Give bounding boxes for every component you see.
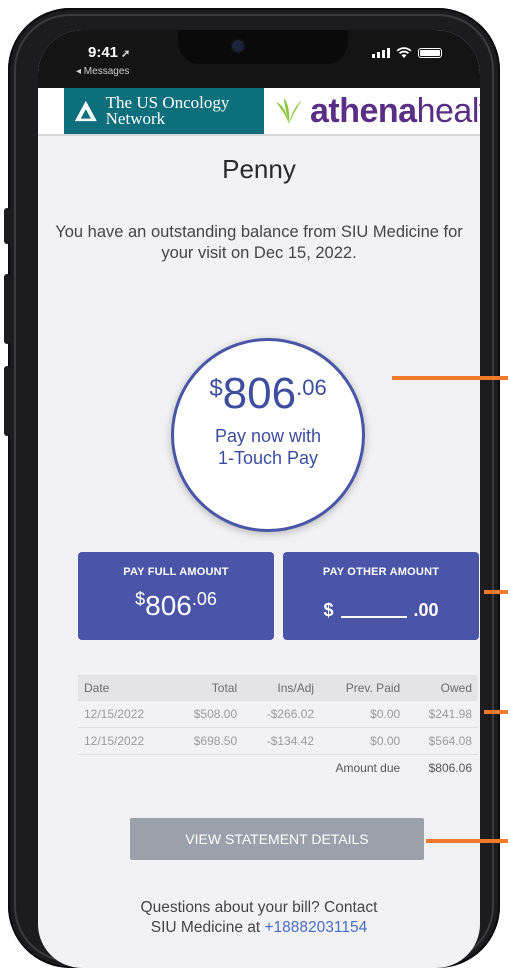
clock: 9:41 ➚ bbox=[88, 44, 130, 61]
location-arrow-icon: ➚ bbox=[121, 48, 131, 60]
callout-line-table bbox=[484, 710, 508, 714]
balance-message-text: You have an outstanding balance from SIU… bbox=[55, 223, 463, 262]
amount-due-value: $806.06 bbox=[428, 761, 472, 775]
back-to-messages-link[interactable]: ◂ Messages bbox=[76, 66, 129, 77]
mute-switch bbox=[4, 208, 10, 244]
us-oncology-logo: The US Oncology Network bbox=[64, 88, 264, 134]
cell-date: 12/15/2022 bbox=[78, 727, 172, 755]
pay-full-label: PAY FULL AMOUNT bbox=[123, 566, 229, 578]
table-row: 12/15/2022 $508.00 -$266.02 $0.00 $241.9… bbox=[78, 701, 478, 728]
phone-frame: 9:41 ➚ ◂ Messages The US Oncology Network bbox=[4, 8, 500, 968]
questions-line1: Questions about your bill? Contact bbox=[140, 899, 378, 916]
amount-dollars: 806 bbox=[222, 369, 297, 418]
clock-text: 9:41 bbox=[88, 44, 119, 61]
pay-full-amount-button[interactable]: PAY FULL AMOUNT $806.06 bbox=[78, 552, 274, 640]
cell-owed: $241.98 bbox=[406, 701, 478, 728]
battery-icon bbox=[418, 48, 442, 58]
athena-word-bold: athena bbox=[310, 91, 417, 130]
pay-full-value: $806.06 bbox=[78, 589, 274, 622]
athenahealth-logo: athenahealth bbox=[272, 90, 480, 132]
questions-line2-prefix: SIU Medicine at bbox=[150, 919, 265, 936]
phone-screen: 9:41 ➚ ◂ Messages The US Oncology Network bbox=[38, 30, 480, 968]
charges-table: Date Total Ins/Adj Prev. Paid Owed 12/15… bbox=[78, 675, 478, 781]
col-owed: Owed bbox=[406, 675, 478, 701]
one-touch-label-line2: 1-Touch Pay bbox=[217, 448, 319, 468]
pay-full-cents: .06 bbox=[191, 589, 217, 609]
wifi-icon bbox=[396, 47, 412, 58]
pay-other-value: $ .00 bbox=[283, 600, 479, 621]
cell-ins-adj: -$134.42 bbox=[243, 727, 321, 755]
callout-line-pay-boxes bbox=[484, 590, 508, 594]
cellular-signal-icon bbox=[372, 48, 390, 58]
cell-ins-adj: -$266.02 bbox=[243, 701, 321, 728]
callout-line-one-touch bbox=[392, 376, 508, 380]
amount-due-label: Amount due bbox=[335, 761, 401, 775]
one-touch-amount: $806.06 bbox=[174, 369, 362, 419]
status-icons bbox=[372, 47, 442, 59]
col-date: Date bbox=[78, 675, 172, 701]
col-prev-paid: Prev. Paid bbox=[320, 675, 407, 701]
col-total: Total bbox=[171, 675, 244, 701]
volume-up-button bbox=[4, 274, 10, 344]
one-touch-pay-button[interactable]: $806.06 Pay now with 1-Touch Pay bbox=[171, 338, 365, 532]
callout-line-statement bbox=[426, 839, 508, 843]
logo-header: The US Oncology Network athenahealth bbox=[38, 88, 480, 136]
cell-total: $698.50 bbox=[171, 727, 244, 755]
pay-full-dollars: 806 bbox=[145, 590, 192, 621]
other-amount-input[interactable] bbox=[341, 615, 408, 618]
amount-due-row: Amount due $806.06 bbox=[78, 755, 478, 782]
table-header-row: Date Total Ins/Adj Prev. Paid Owed bbox=[78, 675, 478, 701]
pay-other-label: PAY OTHER AMOUNT bbox=[322, 566, 440, 578]
questions-line2: SIU Medicine at +18882031154 bbox=[38, 918, 480, 938]
camera-icon bbox=[232, 40, 244, 52]
table-row: 12/15/2022 $698.50 -$134.42 $0.00 $564.0… bbox=[78, 727, 478, 755]
cell-prev-paid: $0.00 bbox=[320, 727, 407, 755]
status-bar: 9:41 ➚ ◂ Messages bbox=[38, 30, 480, 88]
phone-number-link[interactable]: +18882031154 bbox=[264, 919, 367, 936]
currency-symbol: $ bbox=[209, 375, 223, 402]
one-touch-label-line1: Pay now with bbox=[214, 426, 322, 446]
athena-leaf-icon bbox=[276, 98, 302, 124]
cell-date: 12/15/2022 bbox=[78, 701, 172, 728]
view-statement-details-button[interactable]: VIEW STATEMENT DETAILS bbox=[130, 818, 424, 860]
athenahealth-wordmark: athenahealth bbox=[310, 92, 480, 131]
pay-full-currency: $ bbox=[135, 589, 146, 609]
pay-other-amount-button[interactable]: PAY OTHER AMOUNT $ .00 bbox=[283, 552, 479, 640]
volume-down-button bbox=[4, 366, 10, 436]
col-ins-adj: Ins/Adj bbox=[243, 675, 321, 701]
us-oncology-name: The US Oncology Network bbox=[105, 93, 230, 128]
amount-cents: .06 bbox=[296, 375, 327, 400]
questions-footer: Questions about your bill? Contact SIU M… bbox=[38, 898, 480, 938]
cell-owed: $564.08 bbox=[406, 727, 478, 755]
cell-prev-paid: $0.00 bbox=[320, 701, 407, 728]
one-touch-label: Pay now with 1-Touch Pay bbox=[174, 425, 362, 469]
balance-message: You have an outstanding balance from SIU… bbox=[38, 222, 480, 264]
cell-total: $508.00 bbox=[171, 701, 244, 728]
pay-other-cents: .00 bbox=[413, 600, 439, 620]
patient-name: Penny bbox=[222, 154, 296, 184]
us-oncology-triangle-icon bbox=[74, 100, 97, 122]
notch bbox=[178, 30, 348, 64]
athena-word-light: health bbox=[416, 91, 480, 130]
pay-other-currency: $ bbox=[323, 600, 334, 620]
